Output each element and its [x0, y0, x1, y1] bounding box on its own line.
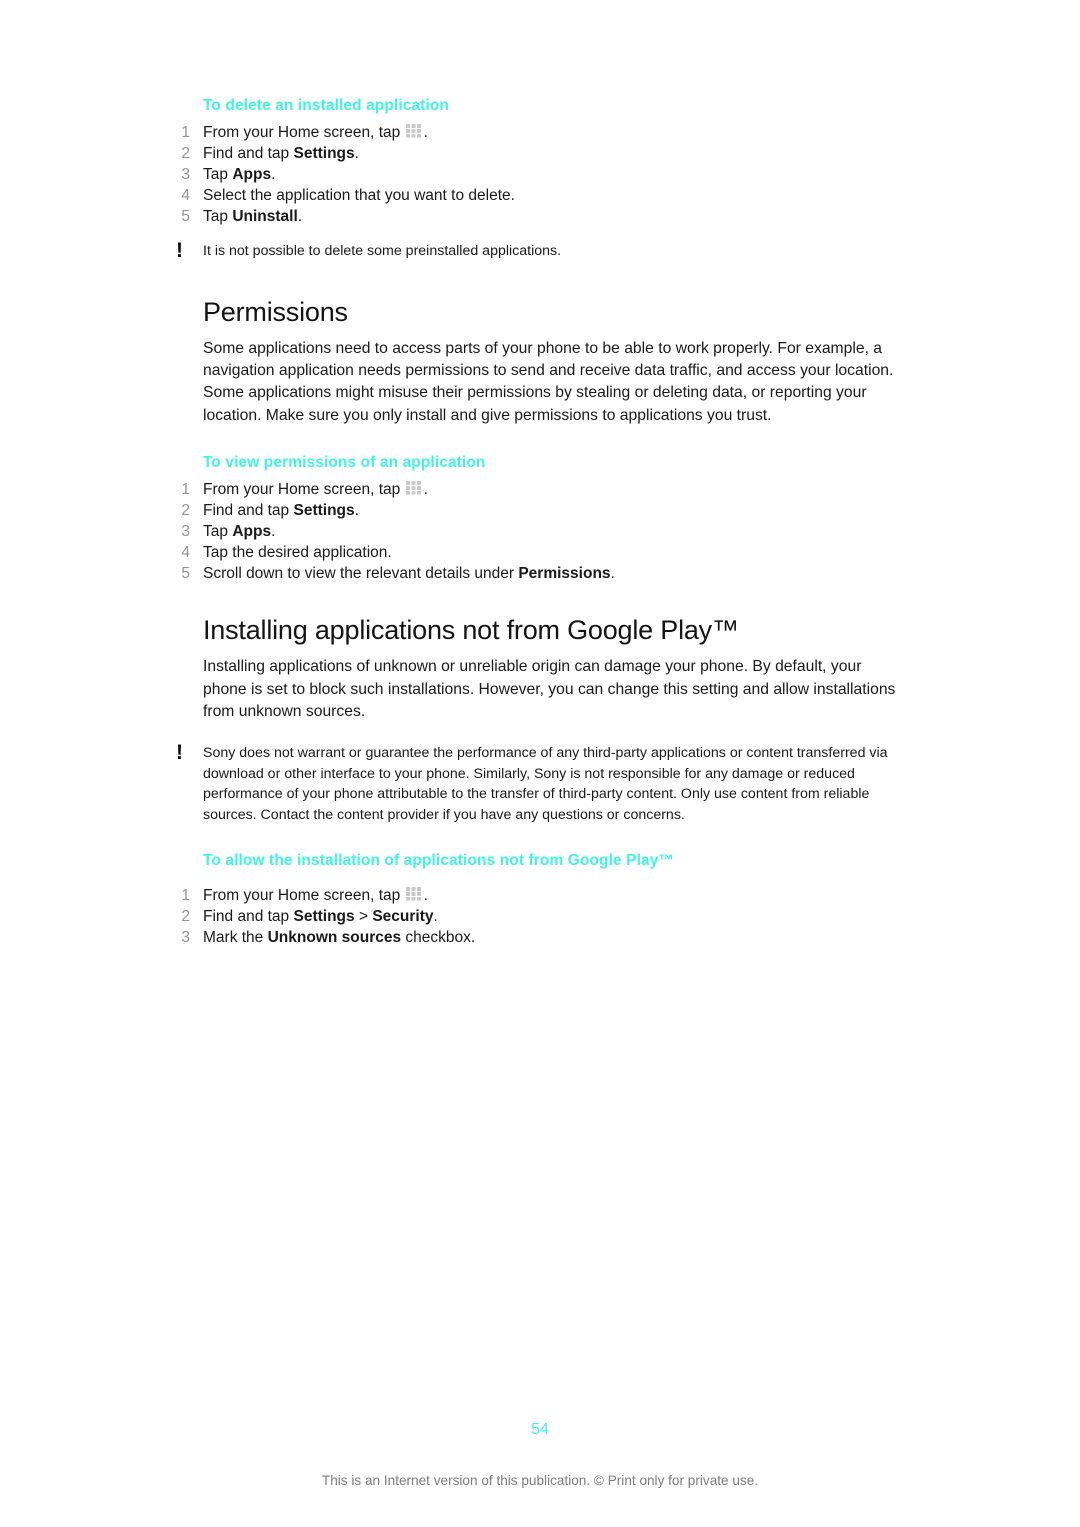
section-body-permissions: Some applications need to access parts o… — [203, 339, 894, 424]
step-text: Tap Uninstall. — [203, 208, 303, 225]
step-emphasis: Unknown sources — [267, 929, 402, 947]
step-number: 1 — [181, 124, 190, 141]
step-number: 3 — [181, 166, 190, 183]
step-text: From your Home screen, tap . — [203, 124, 428, 141]
app-drawer-icon — [405, 124, 423, 140]
step-item: 5 Scroll down to view the relevant detai… — [172, 563, 908, 584]
exclamation-icon: ! — [176, 239, 183, 262]
step-item: 1 From your Home screen, tap . — [172, 122, 908, 143]
step-emphasis: Settings — [293, 502, 355, 520]
step-item: 4 Select the application that you want t… — [172, 185, 908, 206]
step-text: Mark the Unknown sources checkbox. — [203, 929, 476, 947]
step-number: 4 — [181, 187, 190, 204]
section-installing-applications: Installing applications not from Google … — [172, 614, 908, 825]
app-drawer-icon — [405, 887, 423, 903]
step-text: Scroll down to view the relevant details… — [203, 565, 615, 583]
step-item: 4 Tap the desired application. — [172, 542, 908, 563]
step-number: 2 — [181, 145, 190, 162]
step-number: 5 — [181, 208, 190, 225]
step-text: Tap Apps. — [203, 523, 276, 541]
procedure-heading-delete-application: To delete an installed application — [203, 97, 449, 114]
section-heading-permissions: Permissions — [203, 296, 348, 327]
step-item: 3 Tap Apps. — [172, 521, 908, 542]
note-delete-application: ! It is not possible to delete some prei… — [172, 239, 908, 262]
note-text: It is not possible to delete some preins… — [203, 243, 562, 259]
page-content: To delete an installed application 1 Fro… — [172, 96, 908, 948]
procedure-delete-application: To delete an installed application 1 Fro… — [172, 96, 908, 262]
steps-list-delete-application: 1 From your Home screen, tap . 2 Find an… — [172, 122, 908, 227]
step-number: 4 — [181, 544, 190, 562]
step-emphasis: Settings — [293, 908, 355, 926]
step-text: Find and tap Settings. — [203, 145, 359, 162]
step-text: Find and tap Settings. — [203, 502, 359, 520]
page-number: 54 — [531, 1421, 549, 1438]
procedure-allow-installation: To allow the installation of application… — [172, 851, 908, 948]
step-item: 2 Find and tap Settings > Security. — [172, 906, 908, 927]
document-page: To delete an installed application 1 Fro… — [0, 0, 1080, 1527]
step-number: 2 — [181, 908, 190, 926]
step-item: 2 Find and tap Settings. — [172, 500, 908, 521]
procedure-heading-allow-installation: To allow the installation of application… — [203, 852, 675, 870]
step-text: Tap Apps. — [203, 166, 276, 183]
app-drawer-icon — [405, 481, 423, 497]
note-text: Sony does not warrant or guarantee the p… — [203, 745, 888, 823]
step-number: 1 — [181, 887, 190, 905]
section-heading-installing-applications: Installing applications not from Google … — [203, 615, 739, 646]
step-text: Find and tap Settings > Security. — [203, 908, 438, 926]
step-text: Select the application that you want to … — [203, 187, 515, 204]
step-number: 1 — [181, 481, 190, 499]
step-number: 5 — [181, 565, 190, 583]
step-text: From your Home screen, tap . — [203, 887, 428, 905]
procedure-view-permissions: To view permissions of an application 1 … — [172, 453, 908, 584]
note-third-party-disclaimer: ! Sony does not warrant or guarantee the… — [172, 741, 908, 825]
step-emphasis: Settings — [293, 145, 355, 162]
step-item: 1 From your Home screen, tap . — [172, 479, 908, 500]
step-number: 3 — [181, 523, 190, 541]
step-item: 1 From your Home screen, tap . — [172, 885, 908, 906]
step-text: From your Home screen, tap . — [203, 481, 428, 499]
steps-list-view-permissions: 1 From your Home screen, tap . 2 Find an… — [172, 479, 908, 584]
procedure-heading-view-permissions: To view permissions of an application — [203, 454, 486, 472]
steps-list-allow-installation: 1 From your Home screen, tap . 2 Find an… — [172, 885, 908, 948]
step-number: 3 — [181, 929, 190, 947]
step-emphasis: Apps — [232, 523, 272, 541]
section-body-installing-applications: Installing applications of unknown or un… — [203, 658, 896, 720]
step-emphasis: Permissions — [518, 565, 611, 583]
step-emphasis: Uninstall — [232, 208, 298, 225]
step-emphasis: Security — [372, 908, 434, 926]
step-item: 2 Find and tap Settings. — [172, 143, 908, 164]
step-text: Tap the desired application. — [203, 544, 392, 562]
step-emphasis: Apps — [232, 166, 272, 183]
step-item: 5 Tap Uninstall. — [172, 206, 908, 227]
footer-copyright-note: This is an Internet version of this publ… — [321, 1473, 759, 1488]
exclamation-icon: ! — [176, 741, 183, 765]
step-item: 3 Mark the Unknown sources checkbox. — [172, 927, 908, 948]
step-item: 3 Tap Apps. — [172, 164, 908, 185]
section-permissions: Permissions Some applications need to ac… — [172, 296, 908, 428]
step-number: 2 — [181, 502, 190, 520]
